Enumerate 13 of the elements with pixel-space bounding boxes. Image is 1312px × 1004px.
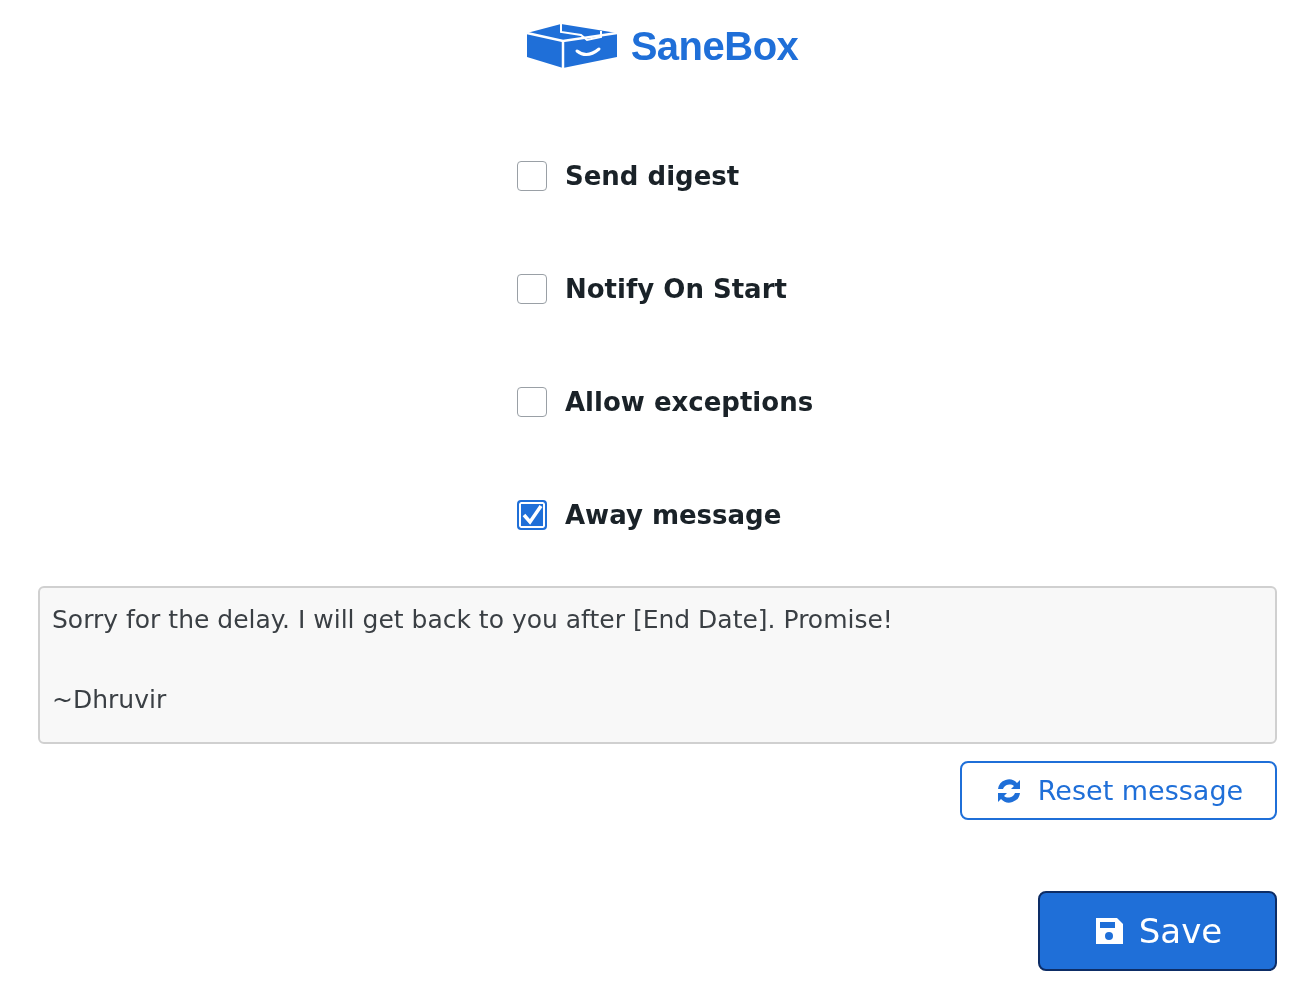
logo-text: SaneBox: [630, 23, 799, 69]
option-label: Send digest: [565, 161, 740, 191]
checkbox[interactable]: [517, 161, 547, 191]
checkbox[interactable]: [517, 387, 547, 417]
option-label: Notify On Start: [565, 274, 787, 304]
save-button[interactable]: Save: [1038, 891, 1277, 971]
checkbox[interactable]: [517, 500, 547, 530]
checkbox[interactable]: [517, 274, 547, 304]
option-label: Away message: [565, 500, 782, 530]
option-label: Allow exceptions: [565, 387, 814, 417]
box-logo-icon: [524, 23, 619, 69]
message-field[interactable]: Sorry for the delay. I will get back to you after [End Date]. Promise! ~Dhruvir: [38, 586, 1277, 744]
reset-message-button[interactable]: Reset message: [960, 761, 1277, 820]
